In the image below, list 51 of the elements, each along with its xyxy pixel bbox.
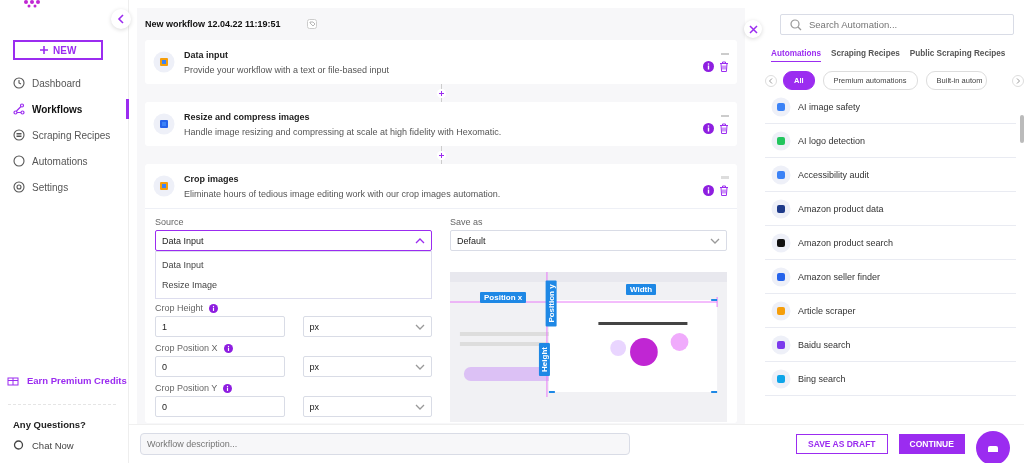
save-draft-button[interactable]: SAVE AS DRAFT bbox=[796, 434, 888, 454]
number-input[interactable]: 1 bbox=[155, 316, 285, 337]
automation-item[interactable]: Amazon product data bbox=[765, 192, 1016, 226]
automation-item[interactable]: Baidu search bbox=[765, 328, 1016, 362]
number-input[interactable]: 0 bbox=[155, 396, 285, 417]
step-title: Resize and compress images bbox=[184, 111, 311, 122]
unit-dropdown[interactable]: px bbox=[302, 356, 432, 377]
automation-item[interactable]: Article scraper bbox=[765, 294, 1016, 328]
crop-label: Position y bbox=[545, 280, 557, 327]
earn-credits-link[interactable]: Earn Premium Credits bbox=[0, 374, 128, 386]
field-label: Crop Position Y bbox=[155, 383, 218, 393]
new-button[interactable]: NEW bbox=[13, 40, 103, 60]
description-field[interactable]: Workflow description... bbox=[140, 433, 630, 455]
tab[interactable]: Scraping Recipes bbox=[831, 49, 900, 62]
tab[interactable]: Public Scraping Recipes bbox=[909, 49, 1006, 62]
step-description: Eliminate hours of tedious image editing work with our crop images automation. bbox=[184, 188, 502, 199]
unit-dropdown[interactable]: px bbox=[302, 316, 432, 337]
step-title: Data input bbox=[184, 49, 229, 60]
step-description: Handle image resizing and compressing at scale at high fidelity with Hexomatic. bbox=[184, 126, 503, 137]
field-label: Save as bbox=[450, 217, 484, 227]
dropdown-option[interactable]: Data Input bbox=[156, 255, 431, 275]
number-input[interactable]: 0 bbox=[155, 356, 285, 377]
crop-label: Width bbox=[626, 284, 657, 295]
nav-item[interactable]: Workflows bbox=[0, 96, 128, 122]
automation-item[interactable]: AI logo detection bbox=[765, 124, 1016, 158]
step-description: Provide your workflow with a text or file-based input bbox=[184, 64, 391, 75]
crop-label: Position x bbox=[480, 292, 527, 303]
field-label: Crop Position X bbox=[155, 343, 218, 353]
field-label: Crop Height bbox=[155, 303, 204, 313]
automation-item[interactable]: Amazon seller finder bbox=[765, 260, 1016, 294]
field-label: Source bbox=[155, 217, 185, 227]
search-field[interactable]: Search Automation... bbox=[780, 14, 1014, 35]
automation-item[interactable]: Amazon product search bbox=[765, 226, 1016, 260]
source-dropdown[interactable]: Data Input bbox=[155, 230, 432, 251]
automation-item[interactable]: Bing search bbox=[765, 362, 1016, 396]
dropdown-option[interactable]: Resize Image bbox=[156, 275, 431, 295]
workflow-title: New workflow 12.04.22 11:19:51 bbox=[145, 19, 281, 29]
continue-button[interactable]: CONTINUE bbox=[898, 434, 965, 454]
automation-item[interactable]: AI image safety bbox=[765, 90, 1016, 124]
automation-item[interactable]: Accessibility audit bbox=[765, 158, 1016, 192]
questions-title: Any Questions? bbox=[12, 419, 87, 430]
nav-item[interactable]: Automations bbox=[0, 148, 128, 174]
crop-label: Height bbox=[538, 343, 550, 376]
unit-dropdown[interactable]: px bbox=[302, 396, 432, 417]
step-title: Crop images bbox=[184, 173, 240, 184]
chat-now-link[interactable]: Chat Now bbox=[0, 440, 128, 451]
nav-item[interactable]: Scraping Recipes bbox=[0, 122, 128, 148]
tab[interactable]: Automations bbox=[771, 49, 822, 62]
nav-item[interactable]: Settings bbox=[0, 174, 128, 200]
save-as-dropdown[interactable]: Default bbox=[450, 230, 727, 251]
nav-item[interactable]: Dashboard bbox=[0, 70, 128, 96]
